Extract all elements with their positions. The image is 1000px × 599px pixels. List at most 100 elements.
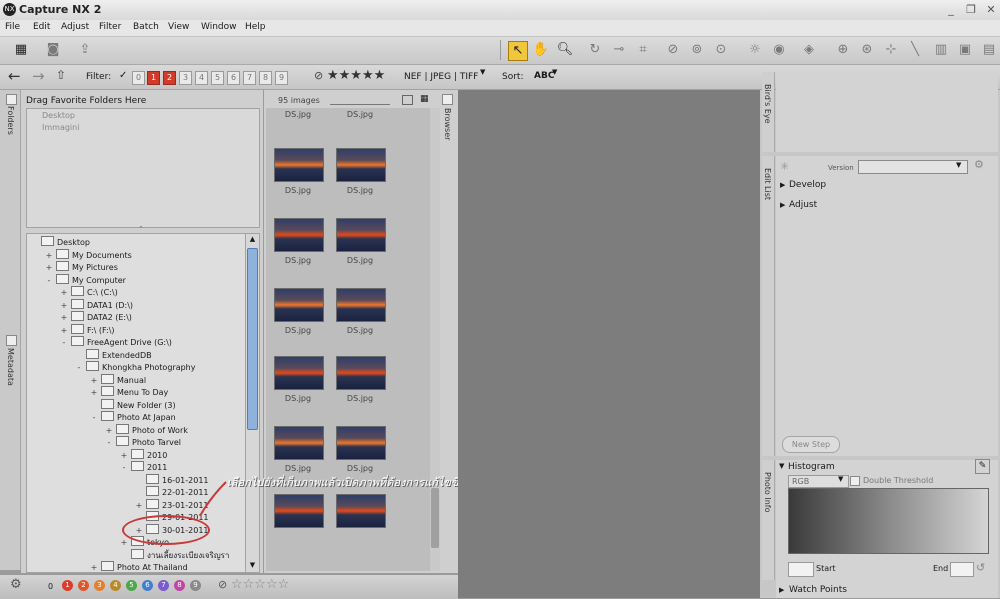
favorite-item[interactable]: Desktop <box>42 111 75 120</box>
collapse-icon[interactable]: - <box>75 362 83 374</box>
label-9[interactable]: 9 <box>190 580 201 591</box>
tree-row[interactable]: New Folder (3) <box>90 398 176 411</box>
collapse-icon[interactable]: - <box>105 437 113 449</box>
control-point-icon[interactable]: ⊚ <box>688 41 706 59</box>
tree-row[interactable]: + F:\ (F:\) <box>60 323 115 337</box>
thumbnail-image[interactable] <box>274 218 324 252</box>
expand-icon[interactable]: + <box>90 562 98 574</box>
watch-points-expand-icon[interactable]: ▶ <box>779 586 784 594</box>
start-input[interactable] <box>788 562 814 577</box>
expand-icon[interactable]: + <box>90 375 98 387</box>
clear-rating-icon[interactable]: ⊘ <box>218 578 227 591</box>
scroll-down-icon[interactable]: ▼ <box>246 560 259 571</box>
version-dropdown-icon[interactable]: ▼ <box>956 161 961 169</box>
brightness-icon[interactable]: ☼ <box>746 41 764 59</box>
version-select[interactable] <box>858 160 968 174</box>
tree-row[interactable]: + Photo of Work <box>105 423 188 436</box>
expand-icon[interactable]: + <box>120 450 128 462</box>
zoom-icon[interactable]: 🔍︎ <box>556 41 574 59</box>
end-input[interactable] <box>950 562 974 577</box>
photo-info-tab[interactable]: Photo Info <box>763 472 772 513</box>
filter-5[interactable]: 5 <box>211 71 224 85</box>
develop-section[interactable]: Develop <box>789 180 826 190</box>
expand-icon[interactable]: + <box>60 312 68 324</box>
label-2[interactable]: 2 <box>78 580 89 591</box>
file-type-filter[interactable]: NEF | JPEG | TIFF <box>404 72 478 82</box>
thumbnail-image[interactable] <box>336 494 386 528</box>
thumbnail-image[interactable] <box>336 148 386 182</box>
browser-scroll-thumb[interactable] <box>431 488 439 548</box>
tree-row[interactable]: - My Computer <box>45 273 126 286</box>
histogram-graph[interactable] <box>788 488 989 554</box>
new-step-button[interactable]: New Step <box>782 436 840 453</box>
close-button[interactable]: ✕ <box>984 3 998 16</box>
check-icon[interactable]: ✓ <box>119 70 127 81</box>
filter-9[interactable]: 9 <box>275 71 288 85</box>
browser-collapse-icon[interactable] <box>442 94 453 105</box>
filter-0[interactable]: 0 <box>132 71 145 85</box>
expand-icon[interactable]: + <box>60 300 68 312</box>
reset-icon[interactable]: ↺ <box>976 561 985 574</box>
export-icon[interactable]: ⇪ <box>76 41 94 59</box>
browser-scrollbar[interactable] <box>430 108 440 571</box>
line-icon[interactable]: ╲ <box>906 41 924 59</box>
birds-eye-tab[interactable]: Bird's Eye <box>763 84 772 124</box>
crop-icon[interactable]: ⌗ <box>634 41 652 59</box>
rotate-icon[interactable]: ↻ <box>586 41 604 59</box>
scroll-thumb[interactable] <box>247 248 258 430</box>
label-6[interactable]: 6 <box>142 580 153 591</box>
brush-plus-icon[interactable]: ⊕ <box>834 41 852 59</box>
resize-grip-icon[interactable]: ⌃ <box>138 225 144 233</box>
tree-row[interactable]: +2010 <box>120 448 167 462</box>
label-5[interactable]: 5 <box>126 580 137 591</box>
settings-gear-icon[interactable]: ⚙ <box>974 158 984 171</box>
label-4[interactable]: 4 <box>110 580 121 591</box>
star-rating-filter[interactable]: ★★★★★ <box>327 68 385 83</box>
tree-scrollbar[interactable]: ▲ ▼ <box>245 233 260 573</box>
tree-row[interactable]: - 2011 <box>120 461 167 473</box>
filter-1[interactable]: 1 <box>147 71 160 85</box>
menu-window[interactable]: Window <box>201 22 237 32</box>
collapse-icon[interactable] <box>6 94 17 105</box>
expand-icon[interactable]: + <box>60 325 68 337</box>
thumbnail-image[interactable] <box>274 148 324 182</box>
tree-row[interactable]: ExtendedDB <box>75 348 152 361</box>
tree-row[interactable]: + Menu To Day <box>90 386 168 398</box>
minimize-button[interactable]: _ <box>944 3 958 16</box>
thumbnail-image[interactable] <box>274 494 324 528</box>
tree-row[interactable]: + DATA2 (E:\) <box>60 311 132 323</box>
filter-8[interactable]: 8 <box>259 71 272 85</box>
histogram-collapse-icon[interactable]: ▼ <box>779 462 784 470</box>
thumbnail-image[interactable] <box>336 218 386 252</box>
hand-icon[interactable]: ✋ <box>532 41 550 59</box>
gradient-icon[interactable]: ▥ <box>932 41 950 59</box>
tree-row[interactable]: + C:\ (C:\) <box>60 286 118 298</box>
collapse-icon[interactable]: - <box>60 337 68 349</box>
metadata-collapse-icon[interactable] <box>6 335 17 346</box>
browser-tab[interactable]: Browser <box>443 108 452 140</box>
menu-adjust[interactable]: Adjust <box>61 22 89 32</box>
camera-icon[interactable]: ◙ <box>44 41 62 59</box>
tree-row[interactable]: - Photo At Japan <box>90 411 176 423</box>
expand-icon[interactable]: + <box>90 387 98 399</box>
lasso-plus-icon[interactable]: ⊛ <box>858 41 876 59</box>
watch-points-section[interactable]: Watch Points <box>789 585 847 595</box>
thumbnail-image[interactable] <box>274 356 324 390</box>
develop-expand-icon[interactable]: ▶ <box>780 181 785 189</box>
tag-icon[interactable]: ◈ <box>800 41 818 59</box>
adjust-expand-icon[interactable]: ▶ <box>780 201 785 209</box>
menu-edit[interactable]: Edit <box>33 22 50 32</box>
menu-view[interactable]: View <box>168 22 189 32</box>
thumbnail-image[interactable] <box>336 288 386 322</box>
menu-batch[interactable]: Batch <box>133 22 159 32</box>
tree-row[interactable]: + My Pictures <box>45 261 118 273</box>
metadata-tab[interactable]: Metadata <box>6 348 15 386</box>
filter-4[interactable]: 4 <box>195 71 208 85</box>
expand-icon[interactable]: + <box>45 262 53 274</box>
tree-row[interactable]: - FreeAgent Drive (G:\) <box>60 336 172 348</box>
forward-arrow-icon[interactable]: → <box>32 67 45 85</box>
filter-7[interactable]: 7 <box>243 71 256 85</box>
collapse-icon[interactable]: - <box>90 412 98 424</box>
folders-tab[interactable]: Folders <box>6 106 15 135</box>
label-1[interactable]: 1 <box>62 580 73 591</box>
